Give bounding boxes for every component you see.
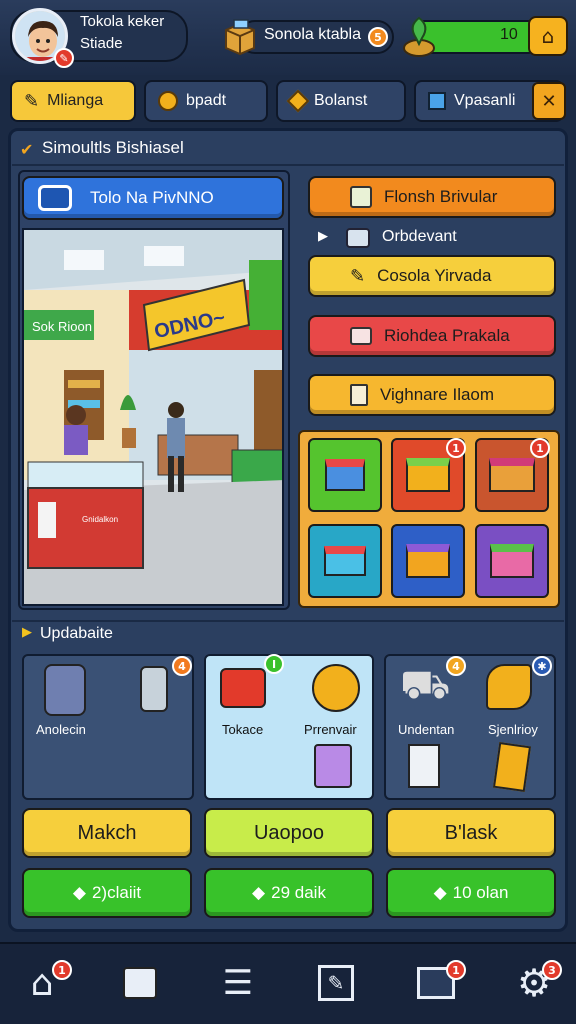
panel-title: Simoultls Bishiasel [42, 138, 184, 157]
claim-button-3[interactable]: ◆ 10 olan [386, 868, 556, 918]
stack-icon: ☰ [222, 963, 254, 1003]
edit-nav-button[interactable]: ✎ [310, 956, 362, 1010]
inventory-slot-blue-crate[interactable] [308, 524, 382, 598]
bin-icon [140, 666, 168, 712]
card-label: Anolecin [36, 722, 86, 737]
card-badge: I [264, 654, 284, 674]
clipboard-icon [350, 384, 368, 406]
tab-mlianga[interactable]: ✎ Mlianga [10, 80, 136, 122]
machine-icon [220, 668, 266, 708]
play-icon: ▶ [22, 625, 32, 640]
info-badge-icon: ✱ [532, 656, 552, 676]
flonsh-brivular-button[interactable]: Flonsh Brivular [308, 176, 556, 218]
gift-icon [314, 744, 352, 788]
vighnare-ilaom-button[interactable]: Vighnare Ilaom [308, 374, 556, 416]
tag-icon: ✎ [24, 90, 40, 111]
slot-badge: 1 [446, 438, 466, 458]
inventory-slot-gift-box[interactable] [391, 524, 465, 598]
nav-badge: 1 [52, 960, 72, 980]
row-label: Orbdevant [382, 228, 457, 245]
mail-icon [350, 327, 372, 345]
camera-icon [346, 228, 370, 248]
fruit-box-icon [406, 458, 450, 492]
cosola-yirvada-button[interactable]: ✎ Cosola Yirvada [308, 255, 556, 297]
claim-button-2[interactable]: ◆ 29 daik [204, 868, 374, 918]
tab-bpadt[interactable]: bpadt [144, 80, 268, 122]
card-label: Undentan [398, 722, 455, 737]
veg-box-icon [489, 458, 535, 492]
gem-icon: ◆ [252, 883, 266, 902]
gem-icon: ◆ [433, 883, 447, 902]
energy-icon [402, 14, 436, 58]
store-badge: 5 [368, 27, 388, 47]
trash-bin-icon [44, 664, 86, 716]
profile-badge-icon: ✎ [54, 48, 74, 68]
crate-icon [324, 546, 366, 576]
blask-button[interactable]: B'lask [386, 808, 556, 858]
cube-icon [428, 92, 446, 110]
card-label: Tokace [222, 722, 264, 737]
nav-badge: 3 [542, 960, 562, 980]
card-label: Sjenlrioy [488, 722, 538, 737]
shop-nav-button[interactable] [114, 956, 166, 1010]
bottom-nav [0, 942, 576, 1024]
counter-text: Gnidalkon [82, 515, 118, 524]
bear-icon [486, 664, 532, 710]
shop-scene-image: Sok Rioon ODNO~ Gnidalkon [22, 228, 284, 606]
fridge-icon [408, 744, 440, 788]
gem-icon: ◆ [72, 883, 86, 902]
diamond-icon [286, 89, 310, 113]
inventory-slot-snack-box[interactable] [475, 524, 549, 598]
collapse-chevron-icon[interactable]: ✔ [20, 140, 33, 159]
riohdea-prakala-button[interactable]: Riohdea Prakala [308, 315, 556, 357]
cart-icon: ⛟ [400, 662, 451, 708]
nav-badge: 1 [446, 960, 466, 980]
coin-icon [158, 91, 178, 111]
inventory-slot-green-crate[interactable] [308, 438, 382, 512]
play-icon[interactable]: ▶ [318, 229, 328, 244]
shop-bag-icon [123, 967, 157, 999]
card-badge: 4 [446, 656, 466, 676]
card-badge: 4 [172, 656, 192, 676]
shop-icon[interactable]: ⌂ [528, 16, 568, 56]
home-icon: ⌂ [30, 962, 54, 1004]
shop-name-button[interactable]: Tolo Na PivNNO [22, 176, 284, 220]
wall-sign-text: Sok Rioon [32, 319, 92, 334]
store-label: Sonola ktabla [264, 26, 361, 43]
card-label: Prrenvair [304, 722, 357, 737]
gift-box-icon [406, 544, 450, 578]
tab-bolanst[interactable]: Bolanst [276, 80, 406, 122]
player-name: Tokola keker [80, 13, 165, 30]
upgrade-title: Updabaite [40, 625, 113, 642]
energy-value: 10 [500, 26, 518, 43]
slot-badge: 1 [530, 438, 550, 458]
uaopoo-button[interactable]: Uaopoo [204, 808, 374, 858]
paper-icon [350, 186, 372, 208]
inventory-nav-button[interactable]: ☰ [212, 956, 264, 1010]
tools-icon[interactable]: ✕ [532, 82, 566, 120]
divider [12, 620, 564, 622]
player-subtitle: Stiade [80, 35, 123, 52]
snack-box-icon [490, 544, 534, 578]
box-icon [222, 18, 258, 56]
crate-icon [325, 459, 365, 491]
menu-board-icon [492, 741, 532, 793]
dispenser-icon [312, 664, 360, 712]
divider [12, 164, 564, 166]
brush-icon: ✎ [350, 265, 366, 286]
claim-button-1[interactable]: ◆ 2)claiit [22, 868, 192, 918]
grid-icon [38, 185, 72, 211]
pencil-icon: ✎ [318, 965, 354, 1001]
makch-button[interactable]: Makch [22, 808, 192, 858]
